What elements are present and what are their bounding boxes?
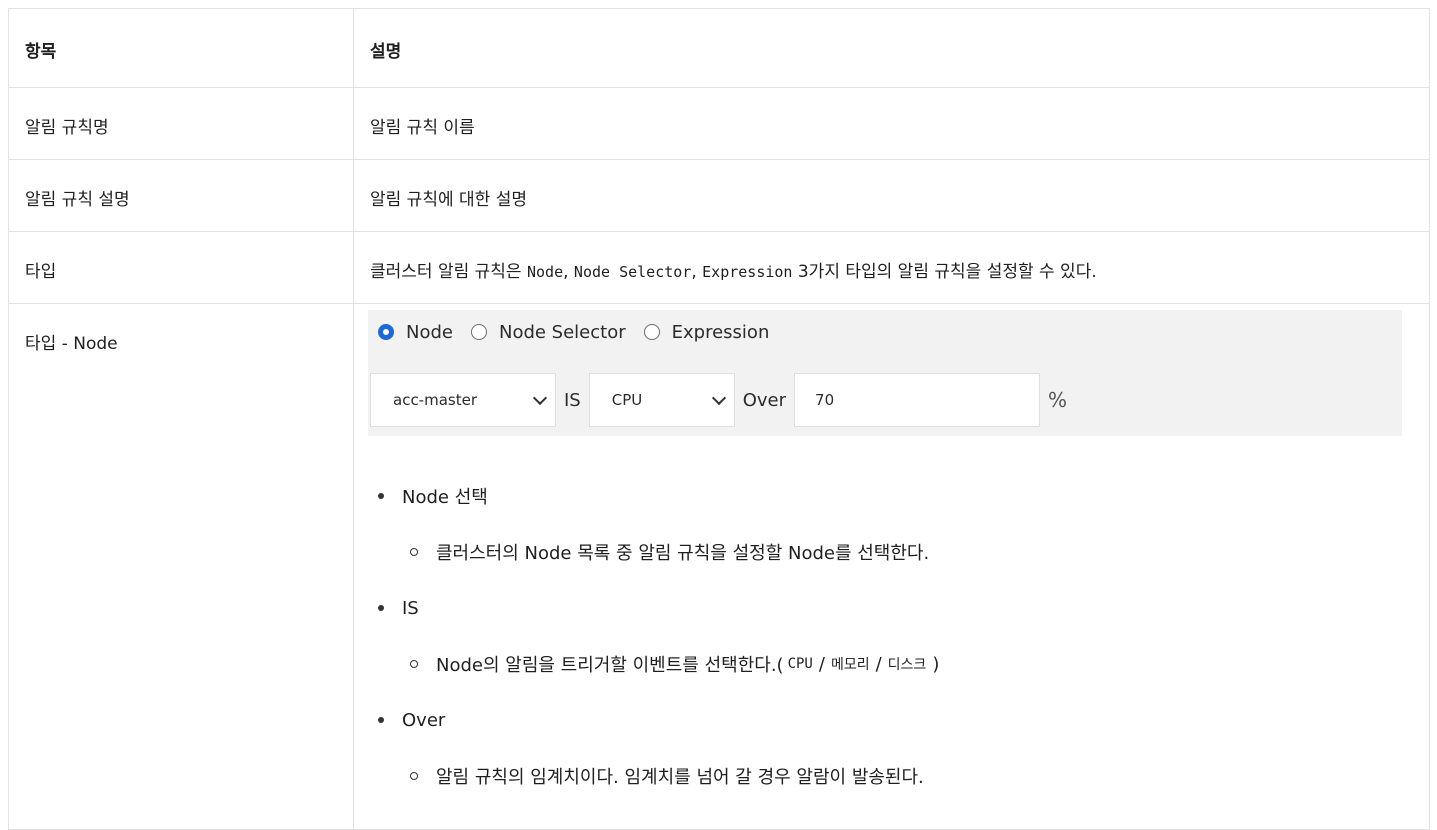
bullet-title: IS	[402, 597, 419, 619]
separator: ,	[691, 262, 697, 282]
header-item: 항목	[8, 8, 354, 88]
list-item: IS	[378, 596, 419, 620]
table-row: 타입 클러스터 알림 규칙은 Node, Node Selector, Expr…	[8, 231, 1430, 304]
radio-label-expression: Expression	[671, 321, 770, 343]
list-item: Node 선택	[378, 484, 488, 508]
code-cpu: CPU	[787, 656, 813, 672]
sub-bullet-icon	[410, 772, 418, 780]
type-desc-prefix: 클러스터 알림 규칙은	[370, 262, 522, 282]
bullet-title: Node 선택	[402, 487, 488, 508]
bullet-title: Over	[402, 709, 446, 731]
table-header-row: 항목 설명	[8, 8, 1430, 88]
code-memory: 메모리	[830, 657, 870, 673]
code-node-selector: Node Selector	[573, 263, 692, 281]
radio-node-selector[interactable]	[470, 324, 487, 340]
is-label: IS	[564, 389, 581, 411]
threshold-input[interactable]: 70	[794, 373, 1041, 427]
row-description: 알림 규칙에 대한 설명	[353, 159, 1430, 232]
radio-label-node-selector: Node Selector	[498, 321, 626, 343]
radio-node[interactable]	[378, 324, 394, 340]
code-disk: 디스크	[887, 657, 927, 673]
separator: /	[818, 653, 825, 675]
spec-table: 항목 설명 알림 규칙명 알림 규칙 이름 알림 규칙 설명 알림 규칙에 대한…	[8, 8, 1430, 830]
over-label: Over	[742, 389, 787, 411]
sub-bullet-icon	[410, 660, 418, 668]
chevron-down-icon	[532, 390, 548, 406]
event-select-value: CPU	[611, 391, 643, 409]
table-row: 알림 규칙명 알림 규칙 이름	[8, 87, 1430, 160]
example-form: Node Node Selector Expression acc-master…	[368, 310, 1402, 436]
bullet-icon	[378, 493, 384, 499]
row-item: 알림 규칙 설명	[8, 159, 354, 232]
list-item: Over	[378, 708, 445, 732]
row-item: 타입 - Node	[8, 303, 354, 830]
list-item: 알림 규칙의 임계치이다. 임계치를 넘어 갈 경우 알람이 발송된다.	[410, 764, 924, 788]
condition-row: acc-master IS CPU Over 70 %	[370, 372, 1067, 428]
bullet-detail-end: )	[932, 653, 940, 675]
chevron-down-icon	[711, 390, 726, 406]
list-item: Node의 알림을 트리거할 이벤트를 선택한다.( CPU / 메모리 / 디…	[410, 652, 939, 676]
code-node: Node	[526, 263, 564, 281]
bullet-detail: 클러스터의 Node 목록 중 알림 규칙을 설정할 Node를 선택한다.	[436, 543, 930, 564]
event-select[interactable]: CPU	[588, 373, 735, 427]
radio-label-node: Node	[406, 321, 453, 343]
threshold-value: 70	[815, 391, 835, 409]
list-item: 클러스터의 Node 목록 중 알림 규칙을 설정할 Node를 선택한다.	[410, 540, 929, 564]
separator: /	[875, 653, 882, 675]
type-desc-suffix: 3가지 타입의 알림 규칙을 설정할 수 있다.	[797, 262, 1097, 282]
row-item: 타입	[8, 231, 354, 304]
table-row: 알림 규칙 설명 알림 규칙에 대한 설명	[8, 159, 1430, 232]
bullet-detail: 알림 규칙의 임계치이다. 임계치를 넘어 갈 경우 알람이 발송된다.	[436, 767, 924, 788]
bullet-detail: Node의 알림을 트리거할 이벤트를 선택한다.(	[436, 655, 784, 676]
separator: ,	[563, 262, 569, 282]
bullet-icon	[378, 717, 384, 723]
bullet-icon	[378, 605, 384, 611]
code-expression: Expression	[702, 263, 793, 281]
node-select-value: acc-master	[393, 391, 477, 409]
row-item: 알림 규칙명	[8, 87, 354, 160]
row-description: 클러스터 알림 규칙은 Node, Node Selector, Express…	[353, 231, 1430, 304]
table-row: 타입 - Node Node Node Selector Expression …	[8, 303, 1430, 830]
unit-label: %	[1048, 388, 1068, 412]
header-description: 설명	[353, 8, 1430, 88]
radio-expression[interactable]	[643, 324, 660, 340]
type-radio-group: Node Node Selector Expression	[378, 320, 787, 344]
sub-bullet-icon	[410, 548, 418, 556]
row-description: Node Node Selector Expression acc-master…	[353, 303, 1430, 830]
node-select[interactable]: acc-master	[370, 373, 556, 427]
row-description: 알림 규칙 이름	[353, 87, 1430, 160]
